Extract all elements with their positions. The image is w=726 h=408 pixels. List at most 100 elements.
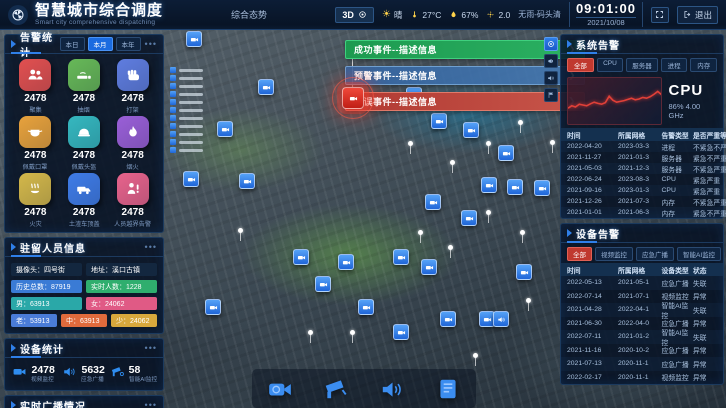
map-tool-target-icon[interactable]	[544, 37, 558, 51]
map-tool-megaphone-icon[interactable]	[544, 54, 558, 68]
device-alarm-row[interactable]: 2021-04-282022-04-1智能AI监控失联	[561, 303, 723, 317]
device-alarm-tab-全部[interactable]: 全部	[567, 247, 592, 261]
people-icon	[26, 66, 44, 84]
personnel-rows: 摄像头：四号街地址：溪口古镇历史总数：87919实时人数：1228男：63913…	[5, 257, 163, 333]
map-poi-item[interactable]	[170, 131, 203, 137]
camera-marker-icon[interactable]	[516, 264, 532, 280]
system-alarm-row[interactable]: 2022-06-242023-08-3CPU紧急严重	[561, 174, 723, 185]
camera-icon	[538, 184, 547, 193]
broadcast-title: 实时广播情况	[20, 398, 86, 408]
camera-marker-icon[interactable]	[315, 276, 331, 292]
system-alarm-tab-进程[interactable]: 进程	[661, 58, 688, 72]
system-alarm-row[interactable]: 2021-12-262021-07-3内存不紧急严重	[561, 196, 723, 207]
alarm-tab-本年[interactable]: 本年	[116, 37, 141, 51]
system-alarm-tab-内存[interactable]: 内存	[690, 58, 717, 72]
camera-marker-icon[interactable]	[258, 79, 274, 95]
camera-icon	[425, 263, 434, 272]
alarm-tab-本日[interactable]: 本日	[60, 37, 85, 51]
device-alarm-row[interactable]: 2022-07-142021-07-1视频监控异常	[561, 290, 723, 304]
map-poi-item[interactable]	[170, 83, 203, 89]
map-poi-item[interactable]	[170, 123, 203, 129]
device-alarm-row[interactable]: 2022-05-132021-05-1应急广播失联	[561, 276, 723, 290]
toolbar-server-icon[interactable]	[433, 374, 463, 404]
system-alarm-row[interactable]: 2021-11-272021-01-3服务器紧急不严重	[561, 152, 723, 163]
camera-icon	[209, 303, 218, 312]
map-node-dot	[486, 141, 491, 146]
system-alarm-title: 系统告警	[576, 37, 620, 52]
alert-marker-icon[interactable]	[342, 87, 364, 109]
map-poi-item[interactable]	[170, 75, 203, 81]
view-mode-3d-button[interactable]: 3D	[335, 7, 374, 23]
camera-marker-icon[interactable]	[431, 113, 447, 129]
tab-overview[interactable]: 综合态势	[223, 5, 275, 24]
map-poi-item[interactable]	[170, 91, 203, 97]
toolbar-video-camera-icon[interactable]	[265, 374, 295, 404]
camera-marker-icon[interactable]	[217, 121, 233, 137]
toolbar-cctv-icon[interactable]	[321, 374, 351, 404]
camera-icon	[435, 117, 444, 126]
system-alarm-row[interactable]: 2021-09-162023-01-3CPU紧急严重	[561, 185, 723, 196]
camera-icon	[467, 126, 476, 135]
speaker-marker-icon[interactable]	[493, 311, 509, 327]
device-alarm-row[interactable]: 2021-11-162020-10-2应急广播异常	[561, 344, 723, 358]
map-tool-speaker-icon[interactable]	[544, 71, 558, 85]
device-alarm-tab-智能AI监控[interactable]: 智能AI监控	[677, 247, 721, 261]
system-alarm-row[interactable]: 2022-04-202023-03-3进程不紧急不严重	[561, 141, 723, 152]
camera-marker-icon[interactable]	[338, 254, 354, 270]
toolbar-speaker-icon[interactable]	[377, 374, 407, 404]
camera-marker-icon[interactable]	[183, 171, 199, 187]
map-poi-item[interactable]	[170, 147, 203, 153]
camera-icon	[397, 253, 406, 262]
camera-marker-icon[interactable]	[498, 145, 514, 161]
system-alarm-row[interactable]: 2021-05-032021-12-3服务器不紧急严重	[561, 163, 723, 174]
system-alarm-tab-服务器[interactable]: 服务器	[626, 58, 658, 72]
camera-marker-icon[interactable]	[481, 177, 497, 193]
panel-arrow-icon	[11, 344, 16, 352]
camera-marker-icon[interactable]	[358, 299, 374, 315]
device-alarm-row[interactable]: 2022-07-112021-01-2智能AI监控失联	[561, 330, 723, 344]
camera-marker-icon[interactable]	[205, 299, 221, 315]
map-poi-item[interactable]	[170, 67, 203, 73]
system-alarm-row[interactable]: 2021-01-012021-06-3内存紧急不严重	[561, 207, 723, 218]
weather-widget: ☀ 晴	[382, 9, 402, 21]
device-alarm-row[interactable]: 2022-02-172020-11-1视频监控异常	[561, 371, 723, 385]
exit-button[interactable]: 退出	[677, 6, 718, 24]
camera-icon	[520, 268, 529, 277]
panel-menu-icon[interactable]: •••	[145, 39, 157, 49]
map-poi-item[interactable]	[170, 107, 203, 113]
device-alarm-tab-应急广播[interactable]: 应急广播	[636, 247, 674, 261]
camera-marker-icon[interactable]	[239, 173, 255, 189]
fullscreen-button[interactable]	[651, 7, 669, 23]
panel-menu-icon[interactable]: •••	[145, 343, 157, 353]
camera-marker-icon[interactable]	[293, 249, 309, 265]
camera-icon	[429, 198, 438, 207]
map-poi-item[interactable]	[170, 99, 203, 105]
panel-menu-icon[interactable]: •••	[145, 242, 157, 252]
helmet-icon	[75, 123, 93, 141]
camera-marker-icon[interactable]	[463, 122, 479, 138]
map-node-dot	[526, 298, 531, 303]
alarm-stat-tile: 2478 打架	[110, 59, 155, 114]
camera-marker-icon[interactable]	[393, 324, 409, 340]
camera-marker-icon[interactable]	[393, 249, 409, 265]
panel-menu-icon[interactable]: •••	[145, 400, 157, 408]
camera-marker-icon[interactable]	[461, 210, 477, 226]
device-alarm-row[interactable]: 2021-07-132020-11-1应急广播异常	[561, 357, 723, 371]
system-alarm-tab-CPU[interactable]: CPU	[597, 58, 624, 72]
map-tool-flag-icon[interactable]	[544, 88, 558, 102]
camera-marker-icon[interactable]	[421, 259, 437, 275]
device-alarm-tab-视频监控[interactable]: 视频监控	[595, 247, 633, 261]
camera-marker-icon[interactable]	[186, 31, 202, 47]
map-poi-item[interactable]	[170, 115, 203, 121]
camera-marker-icon[interactable]	[440, 311, 456, 327]
system-alarm-tab-全部[interactable]: 全部	[567, 58, 594, 72]
system-alarm-table: 时间所属网格告警类型是否严重等级2022-04-202023-03-3进程不紧急…	[561, 128, 723, 218]
map-poi-item[interactable]	[170, 139, 203, 145]
camera-marker-icon[interactable]	[534, 180, 550, 196]
cigarette-icon	[75, 66, 93, 84]
camera-marker-icon[interactable]	[425, 194, 441, 210]
device-alarm-row[interactable]: 2021-06-302022-04-0应急广播异常	[561, 317, 723, 331]
camera-marker-icon[interactable]	[507, 179, 523, 195]
alarm-tab-本月[interactable]: 本月	[88, 37, 113, 51]
alarm-stat-tile: 2478 人员越界告警	[110, 173, 155, 228]
